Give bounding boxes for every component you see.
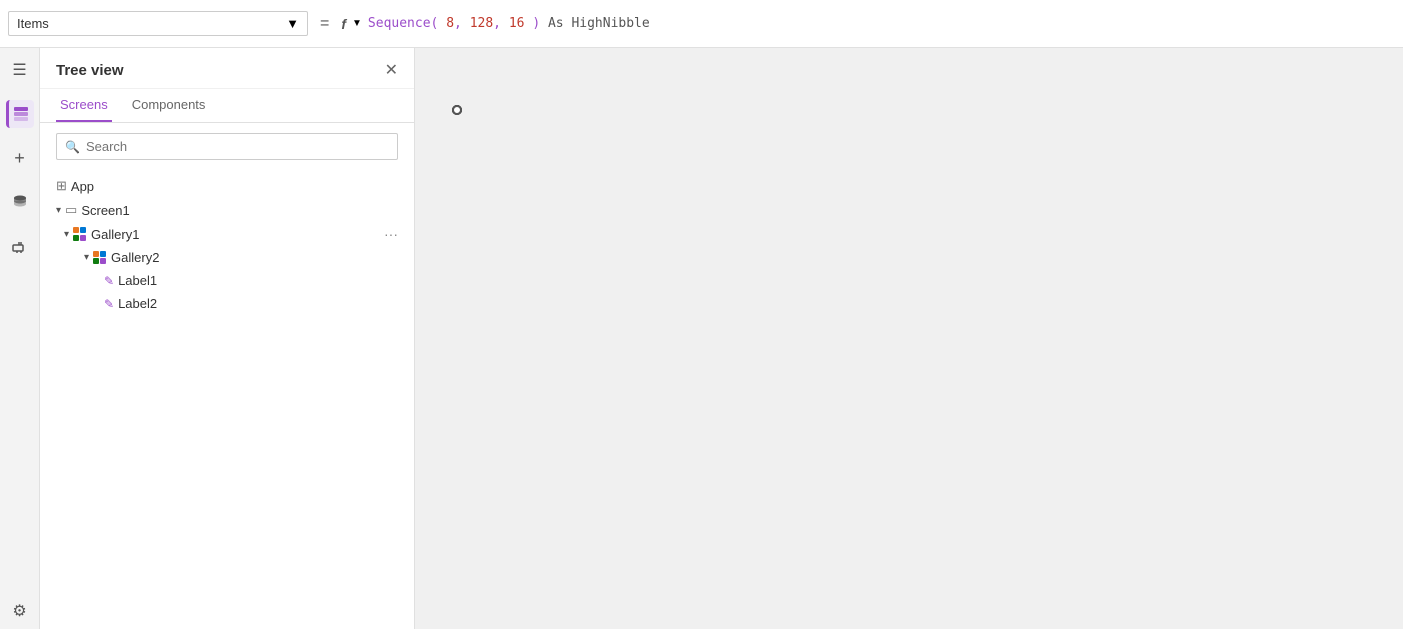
tree-item-label2[interactable]: ✎ Label2 (40, 292, 414, 315)
tree-item-gallery1[interactable]: ▾ Gallery1 ··· (40, 222, 414, 246)
table-container (455, 108, 459, 112)
top-bar: Items ▼ = f ▼ Sequence( 8, 128, 16 ) As … (0, 0, 1403, 48)
tab-screens[interactable]: Screens (56, 89, 112, 122)
app-label: App (71, 179, 94, 194)
search-input[interactable] (86, 139, 389, 154)
canvas-area (415, 48, 1403, 629)
gallery2-icon (93, 251, 107, 265)
more-button-gallery1[interactable]: ··· (384, 226, 398, 242)
gallery1-icon (73, 227, 87, 241)
layers-icon[interactable] (6, 100, 34, 128)
label2-label: Label2 (118, 296, 157, 311)
equals-sign: = (316, 15, 333, 33)
search-box: 🔍 (56, 133, 398, 160)
chevron-down-icon: ▼ (286, 16, 299, 31)
settings-icon[interactable]: ⚙ (6, 601, 34, 629)
hamburger-icon[interactable]: ☰ (6, 56, 34, 84)
collapse-icon-gallery1: ▾ (64, 229, 69, 240)
tree-content: ⊞ App ▾ ▭ Screen1 ▾ Gallery1 ··· (40, 170, 414, 629)
chevron-down-icon-formula[interactable]: ▼ (352, 18, 362, 29)
label1-icon: ✎ (104, 274, 114, 288)
search-icon: 🔍 (65, 140, 80, 154)
screen1-label: Screen1 (81, 203, 129, 218)
formula-bar: f ▼ Sequence( 8, 128, 16 ) As HighNibble (341, 16, 1395, 32)
label2-icon: ✎ (104, 297, 114, 311)
label1-label: Label1 (118, 273, 157, 288)
tree-view-title: Tree view (56, 62, 124, 79)
main-layout: ☰ + ⚙ Tree view ✕ Screens Components 🔍 (0, 48, 1403, 629)
tree-item-app[interactable]: ⊞ App (40, 174, 414, 198)
tree-header: Tree view ✕ (40, 48, 414, 89)
plugin-icon[interactable] (6, 232, 34, 260)
gallery2-label: Gallery2 (111, 250, 159, 265)
close-button[interactable]: ✕ (385, 60, 398, 80)
app-icon: ⊞ (56, 178, 67, 194)
items-dropdown[interactable]: Items ▼ (8, 11, 308, 36)
screen-icon: ▭ (65, 202, 77, 218)
tab-components[interactable]: Components (128, 89, 210, 122)
tree-tabs: Screens Components (40, 89, 414, 123)
gallery1-label: Gallery1 (91, 227, 139, 242)
add-icon[interactable]: + (6, 144, 34, 172)
tree-item-label1[interactable]: ✎ Label1 (40, 269, 414, 292)
fx-icon: f (341, 16, 346, 32)
collapse-icon: ▾ (56, 205, 61, 216)
icon-strip: ☰ + ⚙ (0, 48, 40, 629)
tree-panel: Tree view ✕ Screens Components 🔍 ⊞ App ▾… (40, 48, 415, 629)
collapse-icon-gallery2: ▾ (84, 252, 89, 263)
formula-text: Sequence( 8, 128, 16 ) As HighNibble (368, 16, 650, 31)
database-icon[interactable] (6, 188, 34, 216)
tree-item-gallery2[interactable]: ▾ Gallery2 (40, 246, 414, 269)
handle-bot-right[interactable] (452, 105, 462, 115)
tree-item-screen1[interactable]: ▾ ▭ Screen1 (40, 198, 414, 222)
items-dropdown-label: Items (17, 16, 49, 31)
